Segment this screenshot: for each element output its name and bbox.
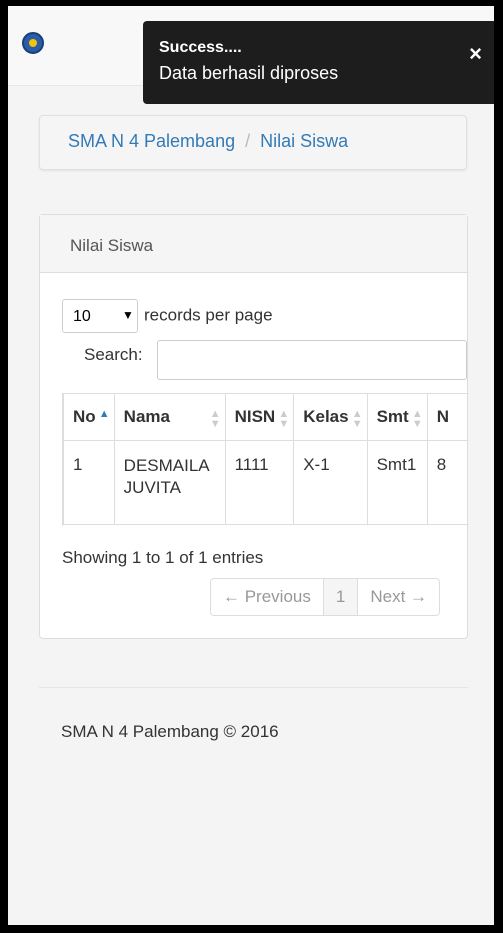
previous-button[interactable]: ← Previous bbox=[211, 579, 324, 615]
logo-icon[interactable] bbox=[22, 32, 44, 54]
toast-message: Data berhasil diproses bbox=[159, 63, 339, 83]
nilai-siswa-panel: Nilai Siswa 10 ▼ records per page Search:… bbox=[39, 214, 468, 639]
column-header-label: NISN bbox=[234, 407, 276, 426]
cell-smt: Smt1 bbox=[366, 440, 428, 525]
cell-kelas: X-1 bbox=[293, 440, 368, 525]
search-label: Search: bbox=[84, 345, 143, 364]
toast-title: Success.... bbox=[159, 39, 242, 56]
breadcrumb: SMA N 4 Palembang / Nilai Siswa bbox=[39, 115, 467, 170]
column-header-label: No bbox=[73, 407, 96, 426]
sort-icon: ▲ ▼ bbox=[351, 408, 363, 430]
cell-nilai: 8 bbox=[426, 440, 468, 525]
footer-divider bbox=[39, 687, 468, 688]
close-icon[interactable]: × bbox=[469, 43, 482, 65]
breadcrumb-separator: / bbox=[245, 131, 251, 151]
success-toast: Success.... Data berhasil diproses × bbox=[143, 21, 494, 104]
column-header-no[interactable]: No ▲ bbox=[63, 393, 115, 441]
table-scroll-container[interactable]: No ▲ Nama ▲ ▼ NISN ▲ ▼ Kelas ▲ ▼ Smt ▲ ▼ N 1 DESM… bbox=[62, 393, 468, 526]
sort-asc-icon: ▲ bbox=[98, 408, 110, 420]
column-header-nama[interactable]: Nama ▲ ▼ bbox=[113, 393, 226, 441]
column-header-label: Smt bbox=[376, 407, 409, 426]
sort-icon: ▲ ▼ bbox=[278, 408, 290, 430]
table-info: Showing 1 to 1 of 1 entries bbox=[62, 548, 264, 567]
table-header-row: No ▲ Nama ▲ ▼ NISN ▲ ▼ Kelas ▲ ▼ Smt ▲ ▼ N bbox=[63, 393, 468, 441]
cell-nama: DESMAILA JUVITA bbox=[113, 440, 226, 525]
records-per-page-select[interactable]: 10 bbox=[62, 299, 138, 333]
column-header-kelas[interactable]: Kelas ▲ ▼ bbox=[293, 393, 368, 441]
sort-icon: ▲ ▼ bbox=[411, 408, 423, 430]
table-row: 1 DESMAILA JUVITA 1111 X-1 Smt1 8 bbox=[63, 440, 468, 525]
panel-title: Nilai Siswa bbox=[40, 215, 467, 273]
column-header-label: Nama bbox=[123, 407, 170, 426]
footer-text: SMA N 4 Palembang © 2016 bbox=[61, 722, 279, 741]
pagination: ← Previous 1 Next → bbox=[210, 578, 441, 616]
column-header-label: Kelas bbox=[303, 407, 349, 426]
records-per-page-control: 10 ▼ records per page bbox=[62, 299, 273, 333]
breadcrumb-home-link[interactable]: SMA N 4 Palembang bbox=[68, 131, 235, 151]
column-header-nilai[interactable]: N bbox=[426, 393, 468, 441]
cell-no: 1 bbox=[63, 440, 115, 525]
records-per-page-label: records per page bbox=[144, 305, 273, 325]
nilai-table: No ▲ Nama ▲ ▼ NISN ▲ ▼ Kelas ▲ ▼ Smt ▲ ▼ N 1 DESM… bbox=[63, 393, 468, 525]
column-header-label: N bbox=[436, 407, 449, 426]
sort-icon: ▲ ▼ bbox=[209, 408, 221, 430]
search-input[interactable] bbox=[157, 340, 467, 380]
breadcrumb-current-link[interactable]: Nilai Siswa bbox=[260, 131, 348, 151]
cell-nisn: 1111 bbox=[224, 440, 295, 525]
next-button[interactable]: Next → bbox=[358, 579, 440, 615]
app-frame: SMA N 4 Palembang / Nilai Siswa Nilai Sisw… bbox=[8, 6, 494, 925]
column-header-smt[interactable]: Smt ▲ ▼ bbox=[366, 393, 428, 441]
column-header-nisn[interactable]: NISN ▲ ▼ bbox=[224, 393, 295, 441]
page-1-button[interactable]: 1 bbox=[323, 579, 359, 615]
search-control: Search: bbox=[84, 340, 467, 380]
